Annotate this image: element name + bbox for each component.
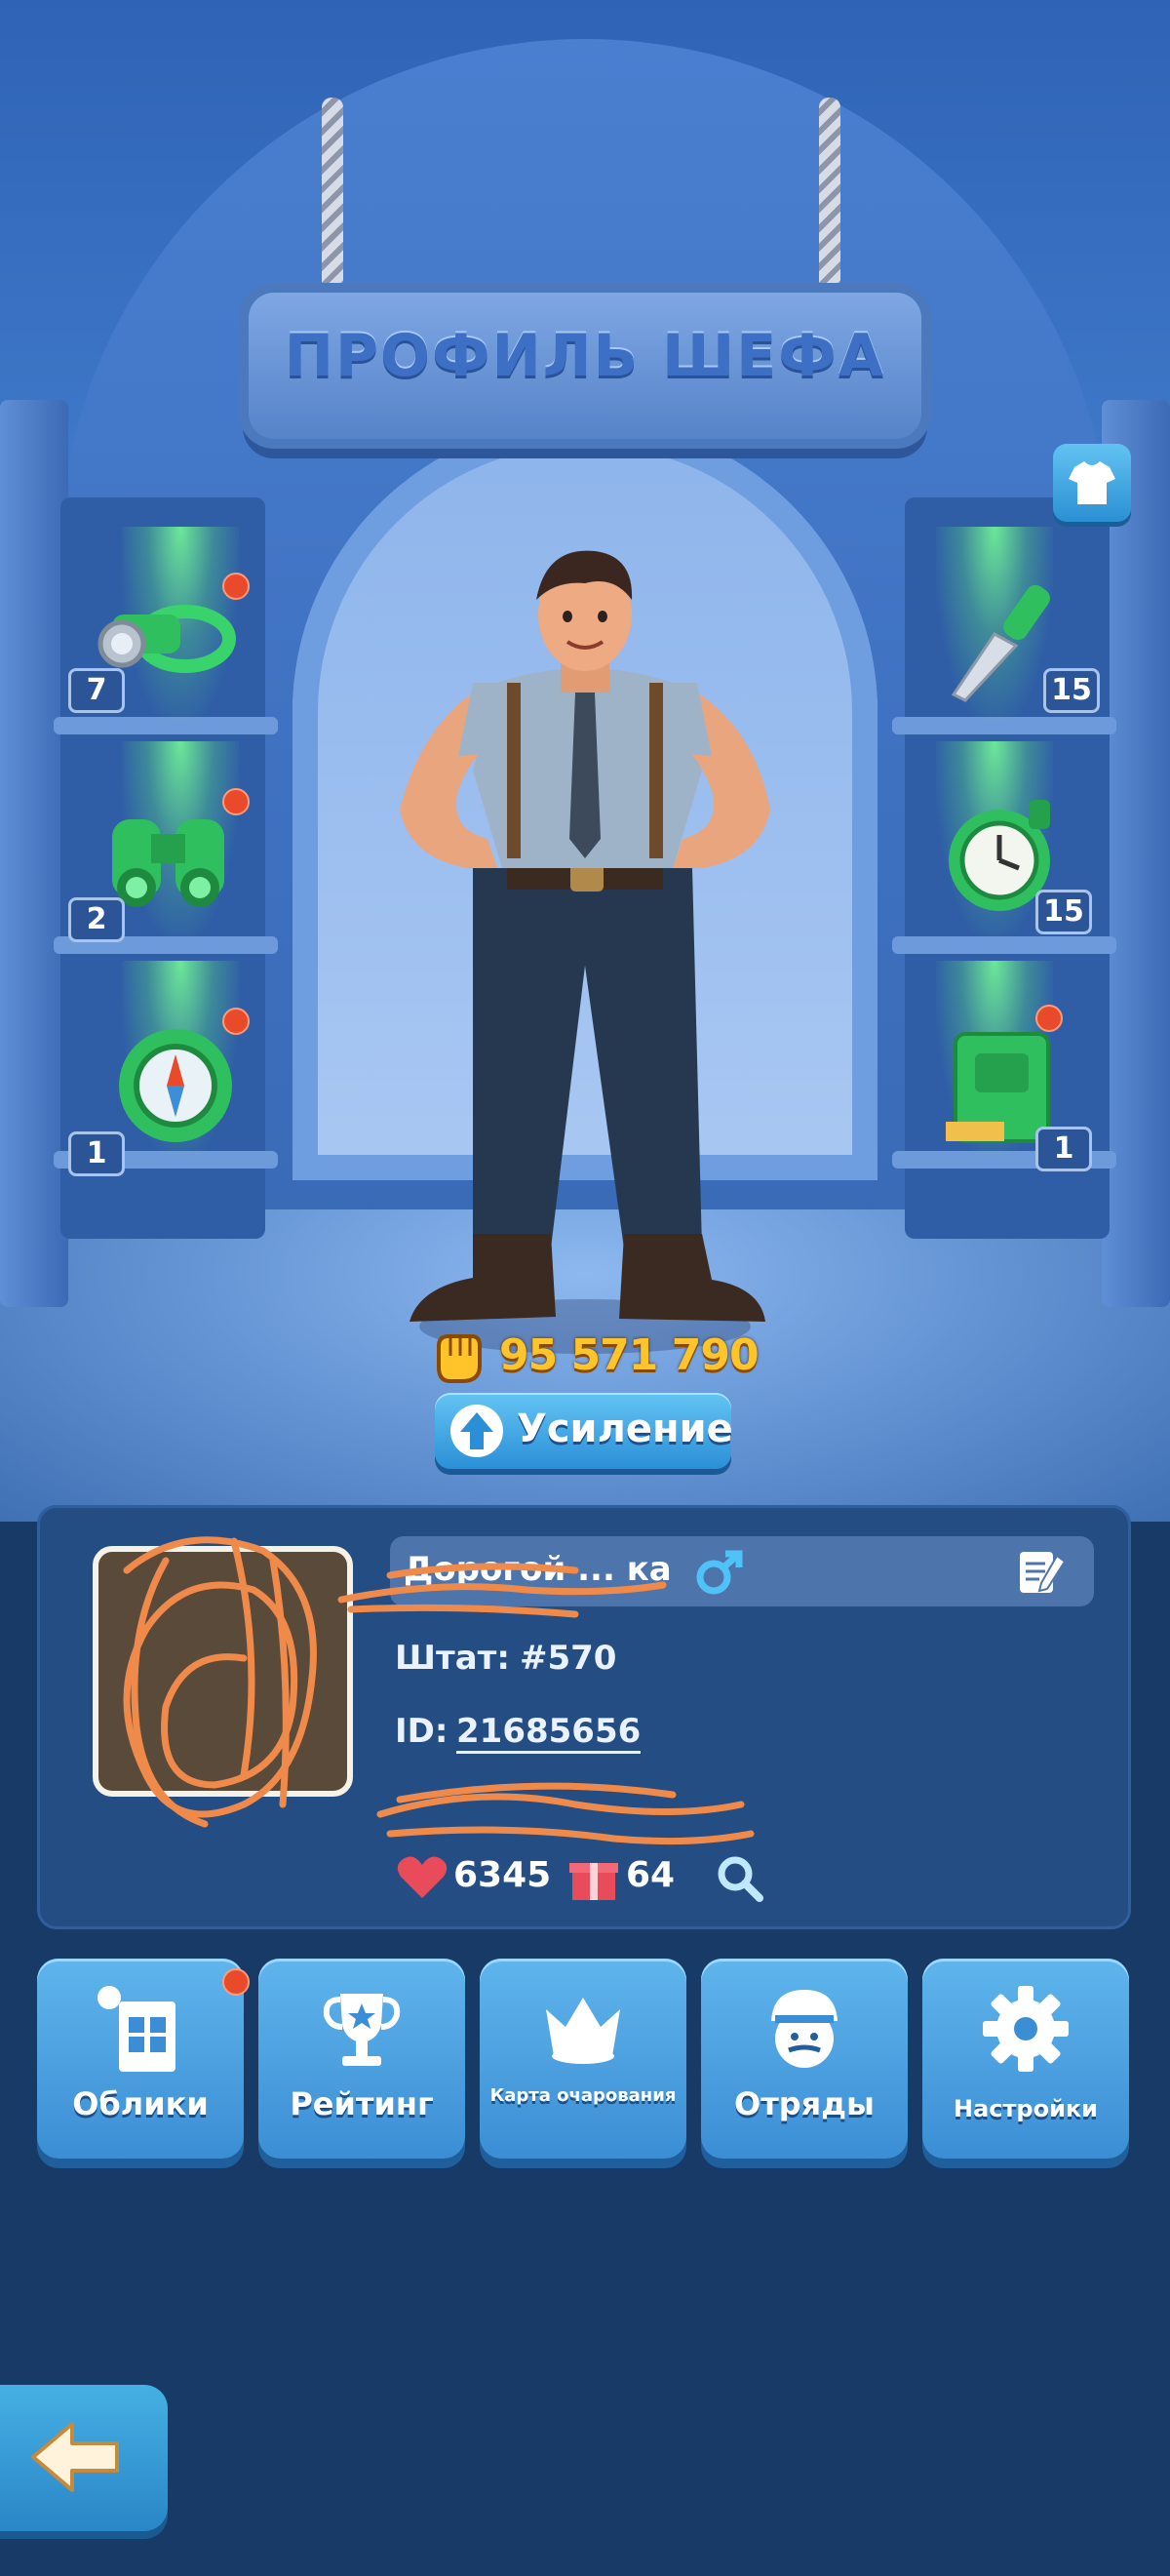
chef-character (400, 550, 770, 1354)
notification-dot (222, 788, 250, 815)
back-button[interactable] (0, 2385, 168, 2531)
power-display: 95 571 790 (429, 1327, 760, 1385)
settings-button[interactable]: Настройки (922, 1959, 1129, 2159)
charm-map-label: Карта очарования (489, 2085, 677, 2106)
redacted-field (390, 1775, 780, 1830)
notification-dot (1035, 1005, 1063, 1032)
avatar[interactable] (93, 1546, 353, 1797)
shelf (892, 936, 1116, 954)
gift-icon (569, 1863, 618, 1900)
item-count: 15 (1043, 668, 1100, 713)
notification-dot (222, 1008, 250, 1035)
rating-button[interactable]: Рейтинг (258, 1959, 465, 2159)
item-count: 2 (68, 897, 125, 942)
compass-icon (119, 1029, 232, 1142)
player-name: Дорогой ... ка (404, 1550, 672, 1589)
outfit-button[interactable] (1053, 444, 1131, 522)
charm-map-button[interactable]: Карта очарования (480, 1959, 686, 2159)
sign-rope (322, 98, 343, 307)
squads-label: Отряды (734, 2085, 875, 2122)
male-gender-icon (696, 1550, 743, 1595)
notification-dot (222, 1968, 250, 1996)
item-count: 7 (68, 668, 125, 713)
arrow-left-icon (31, 2422, 119, 2492)
staff-label: Штат: (395, 1639, 510, 1678)
heart-icon (397, 1856, 448, 1898)
item-count: 15 (1035, 890, 1092, 934)
fist-icon (437, 1334, 482, 1383)
power-value: 95 571 790 (499, 1330, 760, 1380)
squads-button[interactable]: Отряды (701, 1959, 908, 2159)
item-count: 1 (1035, 1127, 1092, 1171)
edit-icon[interactable] (1014, 1546, 1069, 1599)
likes-count: 6345 (453, 1855, 552, 1895)
staff-value: #570 (520, 1639, 617, 1678)
right-pillar (1102, 400, 1170, 1307)
boost-label: Усиление (517, 1407, 733, 1451)
title-sign: ПРОФИЛЬ ШЕФА (249, 293, 921, 439)
item-count: 1 (68, 1131, 125, 1176)
settings-label: Настройки (953, 2095, 1098, 2122)
compass-slot[interactable] (102, 1019, 249, 1146)
rating-label: Рейтинг (290, 2085, 434, 2122)
squad-icon (771, 1990, 838, 2068)
shirt-icon (1069, 461, 1115, 504)
looks-label: Облики (72, 2085, 209, 2122)
arrow-up-icon (450, 1405, 503, 1457)
wardrobe-icon (98, 1986, 176, 2072)
gifts-count: 64 (626, 1855, 676, 1895)
notification-dot (222, 573, 250, 600)
id-value[interactable]: 21685656 (456, 1712, 642, 1754)
sign-rope (819, 98, 840, 307)
name-bar[interactable]: Дорогой ... ка (390, 1536, 1094, 1606)
trophy-icon (323, 1994, 401, 2066)
left-pillar (0, 400, 68, 1307)
id-label: ID: (395, 1712, 448, 1751)
page-title: ПРОФИЛЬ ШЕФА (284, 322, 886, 390)
search-icon[interactable] (715, 1853, 765, 1904)
looks-button[interactable]: Облики (37, 1959, 244, 2159)
boost-button[interactable]: Усиление (435, 1393, 733, 1469)
gear-icon (983, 1986, 1069, 2072)
crown-icon (546, 1998, 620, 2064)
